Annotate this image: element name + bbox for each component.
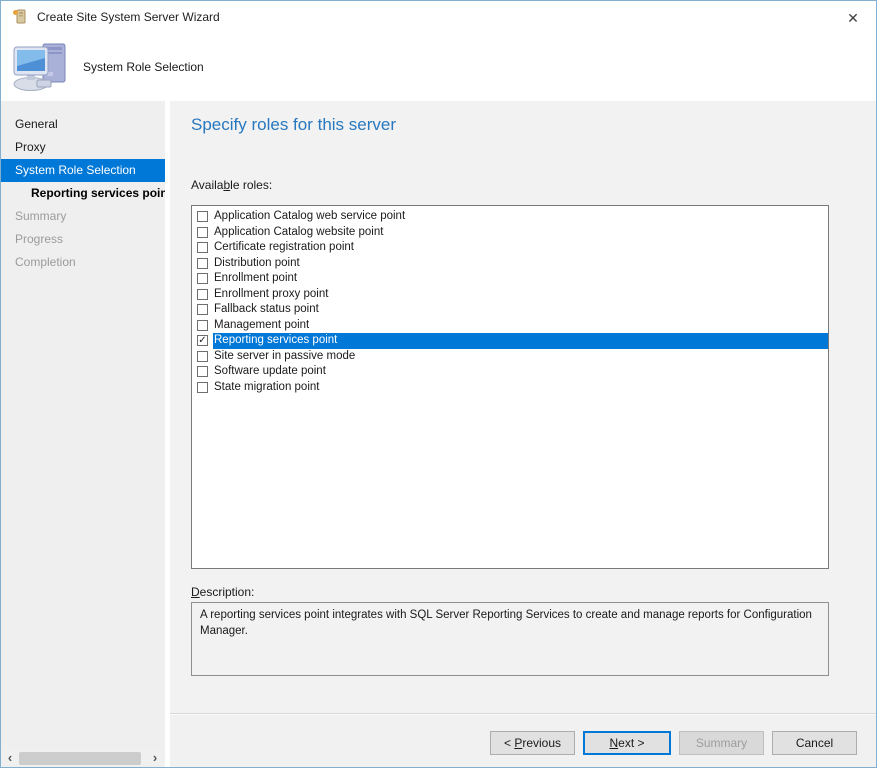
wizard-step-title: System Role Selection [83, 60, 204, 74]
role-label: Application Catalog web service point [213, 209, 828, 225]
checkbox-unchecked-icon[interactable] [197, 242, 208, 253]
sidebar-item-completion: Completion [1, 251, 165, 274]
sidebar-nav: GeneralProxySystem Role SelectionReporti… [1, 101, 165, 750]
role-row-certificate-registration-point[interactable]: Certificate registration point [192, 240, 828, 256]
wizard-body: GeneralProxySystem Role SelectionReporti… [1, 101, 876, 767]
label-text: Availa [191, 178, 223, 192]
checkbox-checked-icon[interactable]: ✓ [197, 335, 208, 346]
role-row-fallback-status-point[interactable]: Fallback status point [192, 302, 828, 318]
sidebar-horizontal-scrollbar[interactable]: ‹ › [1, 750, 165, 767]
role-label: Certificate registration point [213, 240, 828, 256]
role-label: Distribution point [213, 256, 828, 272]
sidebar-item-proxy[interactable]: Proxy [1, 136, 165, 159]
sidebar-item-system-role-selection[interactable]: System Role Selection [1, 159, 165, 182]
checkbox-unchecked-icon[interactable] [197, 320, 208, 331]
app-icon [12, 9, 28, 25]
role-row-application-catalog-web-service-point[interactable]: Application Catalog web service point [192, 209, 828, 225]
role-label: Management point [213, 318, 828, 334]
checkbox-unchecked-icon[interactable] [197, 258, 208, 269]
label-text: le roles: [230, 178, 272, 192]
role-label: Site server in passive mode [213, 349, 828, 365]
role-label: Software update point [213, 364, 828, 380]
checkbox-unchecked-icon[interactable] [197, 211, 208, 222]
role-row-site-server-in-passive-mode[interactable]: Site server in passive mode [192, 349, 828, 365]
role-row-application-catalog-website-point[interactable]: Application Catalog website point [192, 225, 828, 241]
role-label: Fallback status point [213, 302, 828, 318]
role-label: Enrollment point [213, 271, 828, 287]
label-accesskey: D [191, 585, 200, 599]
sidebar-item-reporting-services-point[interactable]: Reporting services point [1, 182, 165, 205]
sidebar-item-progress: Progress [1, 228, 165, 251]
sidebar-item-general[interactable]: General [1, 113, 165, 136]
available-roles-label: Available roles: [191, 178, 272, 192]
role-row-reporting-services-point[interactable]: ✓ Reporting services point [192, 333, 828, 349]
window-title: Create Site System Server Wizard [37, 10, 220, 24]
scrollbar-thumb[interactable] [19, 752, 141, 765]
page-title: Specify roles for this server [191, 115, 396, 135]
main-pane: Specify roles for this server Available … [170, 101, 876, 767]
role-row-enrollment-proxy-point[interactable]: Enrollment proxy point [192, 287, 828, 303]
sidebar-item-summary: Summary [1, 205, 165, 228]
roles-listbox[interactable]: Application Catalog web service pointApp… [191, 205, 829, 569]
previous-button[interactable]: < Previous [490, 731, 575, 755]
cancel-button[interactable]: Cancel [772, 731, 857, 755]
left-column: GeneralProxySystem Role SelectionReporti… [1, 101, 165, 767]
computer-workstation-icon [13, 42, 69, 92]
role-row-state-migration-point[interactable]: State migration point [192, 380, 828, 396]
wizard-window: Create Site System Server Wizard ✕ Syste… [0, 0, 877, 768]
checkbox-unchecked-icon[interactable] [197, 273, 208, 284]
role-label: Reporting services point [213, 333, 828, 349]
role-row-software-update-point[interactable]: Software update point [192, 364, 828, 380]
scroll-right-arrow-icon[interactable]: › [147, 750, 163, 767]
summary-button: Summary [679, 731, 764, 755]
checkbox-unchecked-icon[interactable] [197, 289, 208, 300]
footer-buttons: < Previous Next > Summary Cancel [170, 713, 876, 767]
checkbox-unchecked-icon[interactable] [197, 227, 208, 238]
checkbox-unchecked-icon[interactable] [197, 304, 208, 315]
close-button[interactable]: ✕ [844, 9, 862, 27]
titlebar: Create Site System Server Wizard ✕ [1, 1, 876, 33]
description-box: A reporting services point integrates wi… [191, 602, 829, 676]
role-row-distribution-point[interactable]: Distribution point [192, 256, 828, 272]
wizard-header: System Role Selection [1, 33, 876, 101]
role-label: Enrollment proxy point [213, 287, 828, 303]
checkbox-unchecked-icon[interactable] [197, 351, 208, 362]
role-row-management-point[interactable]: Management point [192, 318, 828, 334]
role-label: Application Catalog website point [213, 225, 828, 241]
scroll-left-arrow-icon[interactable]: ‹ [2, 750, 18, 767]
role-label: State migration point [213, 380, 828, 396]
description-label: Description: [191, 585, 254, 599]
next-button[interactable]: Next > [583, 731, 671, 755]
checkbox-unchecked-icon[interactable] [197, 382, 208, 393]
label-text: escription: [200, 585, 255, 599]
checkbox-unchecked-icon[interactable] [197, 366, 208, 377]
role-row-enrollment-point[interactable]: Enrollment point [192, 271, 828, 287]
